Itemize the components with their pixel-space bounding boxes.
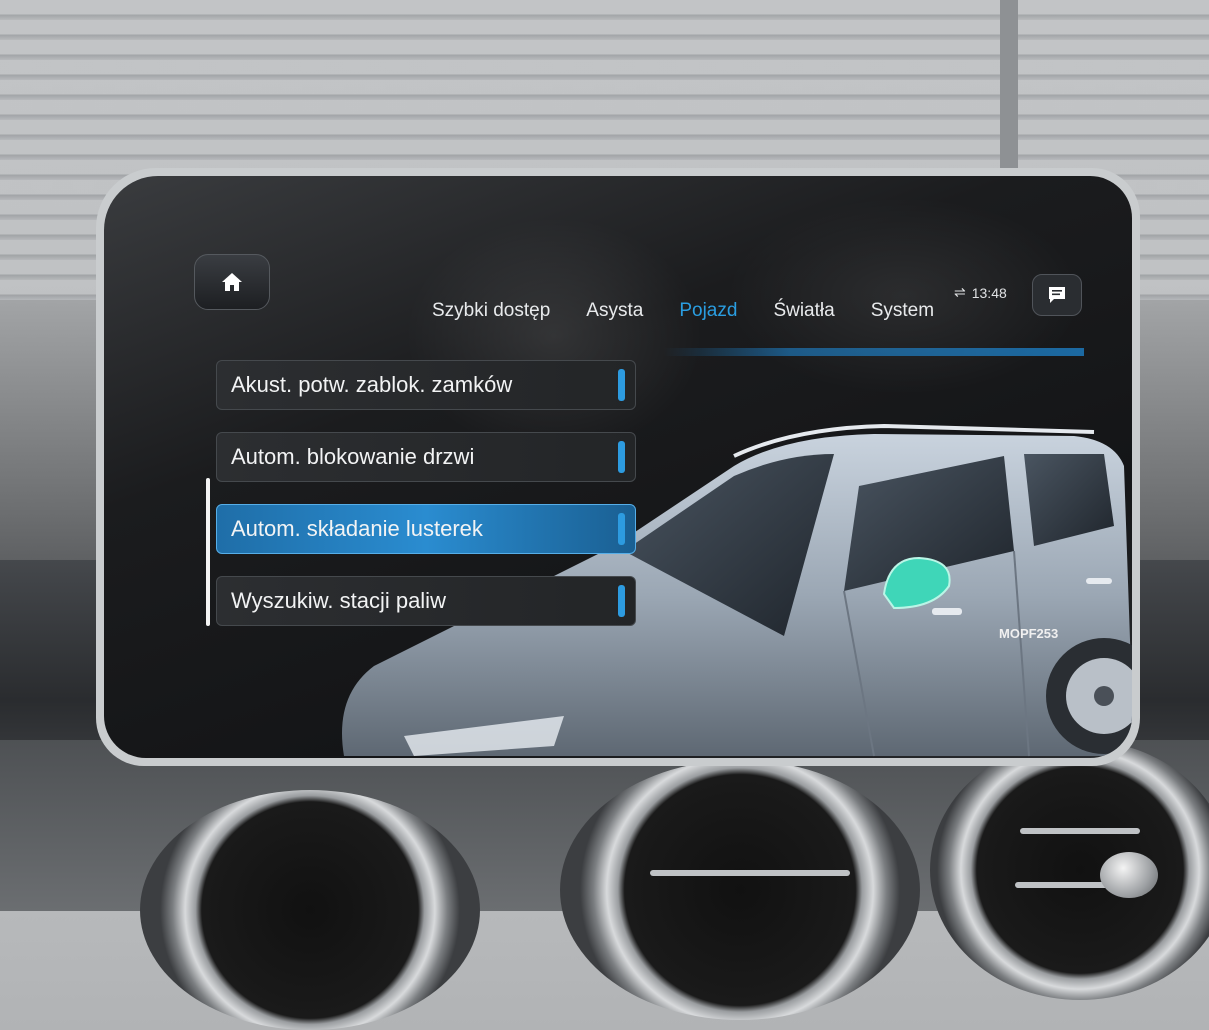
settings-menu: Akust. potw. zablok. zamków Autom. bloko… (216, 360, 636, 648)
toggle-indicator (618, 369, 625, 401)
toggle-indicator (618, 585, 625, 617)
vent-slat (1020, 828, 1140, 834)
home-button[interactable] (194, 254, 270, 310)
message-icon (1049, 287, 1065, 303)
menu-item-fuel-station-search[interactable]: Wyszukiw. stacji paliw (216, 576, 636, 626)
tab-asysta[interactable]: Asysta (568, 300, 661, 322)
status-bar: ⇌ 13:48 (954, 284, 1007, 301)
toggle-indicator (618, 441, 625, 473)
clock: 13:48 (971, 284, 1007, 301)
tab-swiatla[interactable]: Światła (755, 300, 852, 322)
air-vent-left (140, 790, 480, 1030)
menu-item-label: Autom. składanie lusterek (231, 516, 483, 541)
menu-item-acoustic-lock-confirm[interactable]: Akust. potw. zablok. zamków (216, 360, 636, 410)
menu-item-auto-mirror-fold[interactable]: Autom. składanie lusterek (216, 504, 636, 554)
tab-system[interactable]: System (853, 300, 952, 322)
tab-pojazd[interactable]: Pojazd (661, 300, 755, 322)
menu-scrollbar[interactable] (206, 478, 210, 626)
menu-item-label: Akust. potw. zablok. zamków (231, 372, 513, 397)
menu-item-auto-door-lock[interactable]: Autom. blokowanie drzwi (216, 432, 636, 482)
vehicle-code-label: MOPF253 (999, 626, 1059, 641)
vent-adjust-knob (1100, 852, 1158, 898)
tab-bar-highlight (664, 348, 1084, 356)
infotainment-screen: Szybki dostęp Asysta Pojazd Światła Syst… (104, 176, 1132, 758)
menu-item-label: Wyszukiw. stacji paliw (231, 588, 446, 613)
menu-item-label: Autom. blokowanie drzwi (231, 444, 475, 469)
category-tabs: Szybki dostęp Asysta Pojazd Światła Syst… (414, 300, 952, 322)
message-button[interactable] (1032, 274, 1082, 316)
vent-slat (650, 870, 850, 876)
air-vent-right (930, 740, 1209, 1000)
toggle-indicator (618, 513, 625, 545)
air-vent-center (560, 760, 920, 1020)
home-icon (222, 273, 242, 291)
tab-szybki-dostep[interactable]: Szybki dostęp (414, 300, 568, 322)
connection-icon: ⇌ (954, 284, 966, 300)
